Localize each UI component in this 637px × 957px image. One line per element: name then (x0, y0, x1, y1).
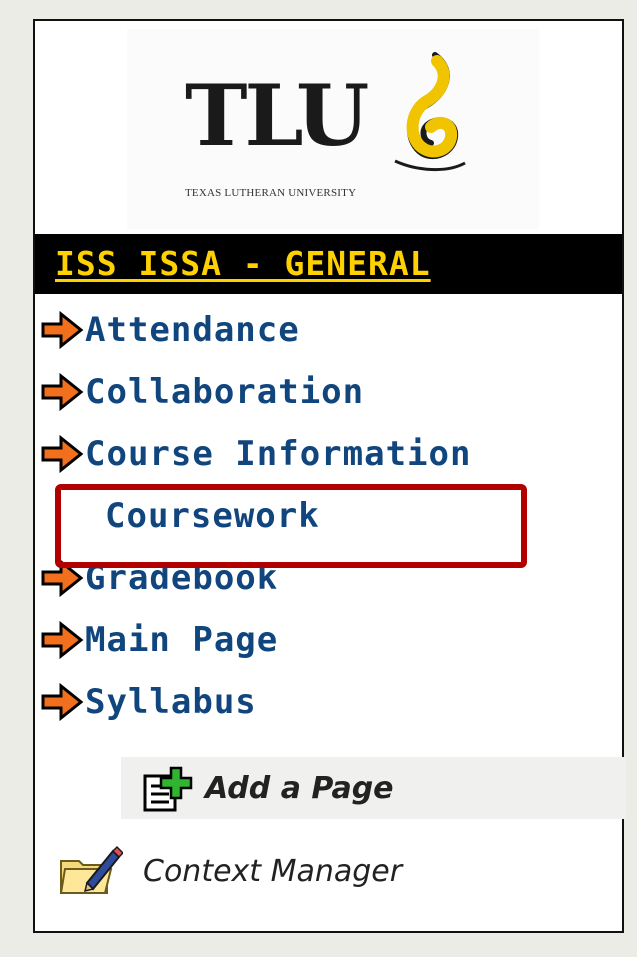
add-page-icon (143, 766, 193, 812)
arrow-right-icon (41, 310, 84, 350)
nav-label: Collaboration (85, 372, 365, 412)
arrow-right-icon (41, 682, 84, 722)
add-page-label: Add a Page (205, 770, 394, 806)
context-manager-link[interactable]: Context Manager (57, 841, 402, 901)
flame-icon (394, 52, 466, 172)
nav-label: Main Page (85, 620, 279, 660)
nav-item-course-information[interactable]: Course Information (35, 428, 595, 480)
arrow-right-icon (41, 558, 84, 598)
course-title-link[interactable]: ISS ISSA - GENERAL (55, 244, 431, 283)
arrow-right-icon (41, 620, 84, 660)
nav-item-syllabus[interactable]: Syllabus (35, 676, 595, 728)
nav-label: Gradebook (85, 558, 279, 598)
folder-pencil-icon (59, 845, 123, 894)
nav-item-collaboration[interactable]: Collaboration (35, 366, 595, 418)
logo-subtitle: TEXAS LUTHERAN UNIVERSITY (185, 187, 357, 199)
nav-item-gradebook[interactable]: Gradebook (35, 552, 595, 604)
course-menu-panel: TLU TEXAS LUTHERAN UNIVERSITY ISS ISSA -… (33, 19, 626, 933)
arrow-right-icon (41, 434, 84, 474)
course-header: ISS ISSA - GENERAL (35, 234, 622, 294)
nav-item-main-page[interactable]: Main Page (35, 614, 595, 666)
context-manager-label: Context Manager (143, 853, 403, 889)
nav-label: Attendance (85, 310, 300, 350)
nav-item-attendance[interactable]: Attendance (35, 304, 595, 356)
add-page-button[interactable]: Add a Page (121, 757, 626, 819)
nav-label: Coursework (105, 496, 320, 536)
arrow-right-icon (41, 372, 84, 412)
nav-label: Course Information (85, 434, 472, 474)
tlu-logo: TLU TEXAS LUTHERAN UNIVERSITY (127, 29, 539, 229)
nav-item-coursework[interactable]: Coursework (35, 490, 595, 542)
logo-wordmark: TLU (185, 66, 369, 165)
nav-label: Syllabus (85, 682, 257, 722)
